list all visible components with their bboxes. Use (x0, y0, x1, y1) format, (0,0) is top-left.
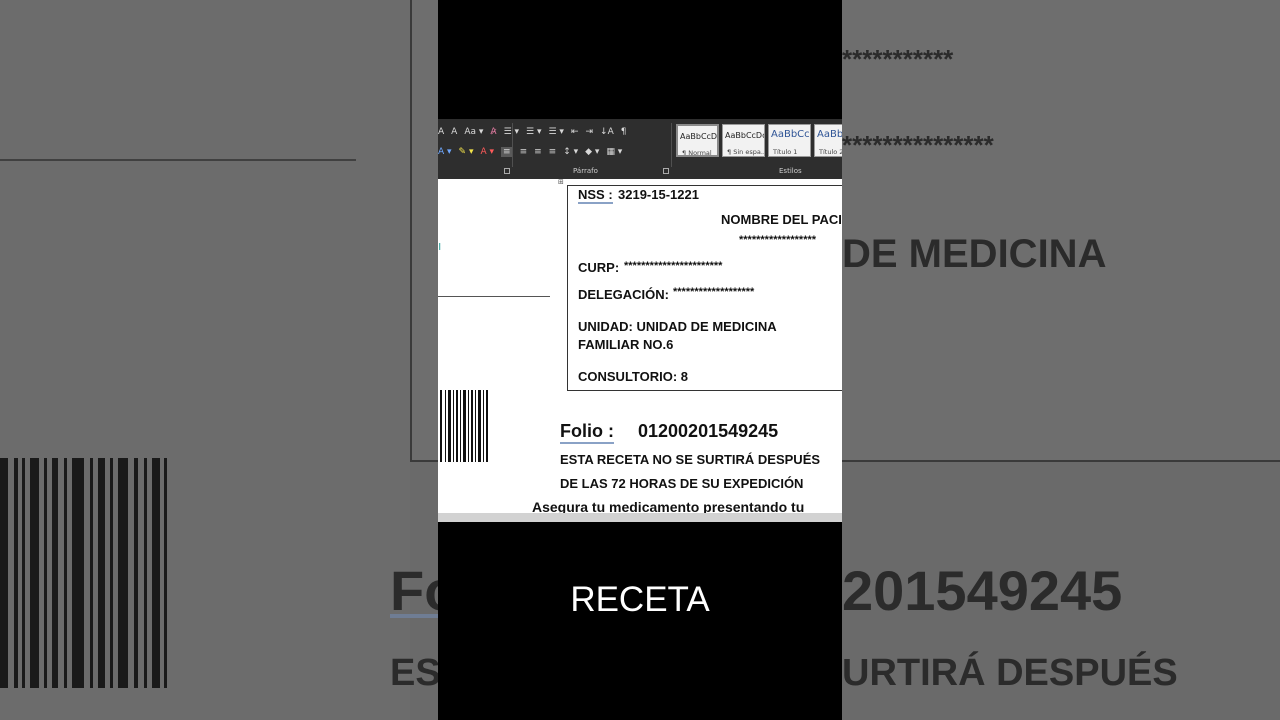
word-ribbon: A A Aa ▾ A̷ ☰ ▾ ☰ ▾ ☰ ▾ ⇤ ⇥ ↓A ¶ A ▾ ✎ ▾… (438, 119, 842, 179)
edge-mark: ı (438, 239, 442, 253)
multilevel-list-button[interactable]: ☰ ▾ (548, 127, 563, 137)
style-normal[interactable]: AaBbCcDc ¶ Normal (676, 124, 719, 157)
decrease-indent-button[interactable]: ⇤ (571, 127, 579, 137)
justify-button[interactable]: ≡ (549, 147, 557, 157)
style-preview: AaBbCcDc (680, 132, 719, 141)
document-page[interactable]: ⊞ ı NSS : 3219-15-1221 NOMBRE DEL PACI *… (438, 179, 842, 513)
style-preview: AaBbCcDc (725, 131, 765, 140)
nss-label: NSS : (578, 187, 613, 204)
clear-format-button[interactable]: A̷ (490, 127, 496, 137)
folio-label: Folio : (560, 421, 614, 444)
background-asterisks-1: *********** (842, 44, 954, 74)
barcode (440, 390, 492, 462)
style-name: ¶ Normal (682, 149, 712, 157)
style-name: Título 1 (773, 148, 798, 156)
parrafo-group-label: Párrafo (573, 167, 598, 175)
font-color-button[interactable]: A ▾ (480, 147, 494, 157)
shrink-font-button[interactable]: A (438, 127, 444, 137)
unidad-line-2: FAMILIAR NO.6 (578, 337, 674, 352)
styles-gallery: AaBbCcDc ¶ Normal AaBbCcDc ¶ Sin espa...… (676, 124, 842, 157)
table-move-handle-icon[interactable]: ⊞ (558, 179, 564, 186)
show-marks-button[interactable]: ¶ (621, 127, 627, 137)
video-caption: RECETA (570, 580, 710, 619)
folio-value: 01200201549245 (638, 421, 779, 441)
borders-button[interactable]: ▦ ▾ (606, 147, 622, 157)
background-surtira-fragment: URTIRÁ DESPUÉS (842, 652, 1178, 694)
background-divider (0, 159, 356, 161)
align-left-button[interactable]: ≡ (501, 147, 513, 157)
ribbon-separator-1 (512, 123, 513, 167)
patient-info-box: NSS : 3219-15-1221 NOMBRE DEL PACI *****… (567, 185, 842, 391)
curp-value: *********************** (624, 260, 723, 272)
nombre-label: NOMBRE DEL PACI (721, 212, 842, 227)
ribbon-row-2: A ▾ ✎ ▾ A ▾ ≡ ≡ ≡ ≡ ↕ ▾ ◆ ▾ ▦ ▾ (438, 144, 629, 160)
style-preview: AaBbC (817, 129, 842, 140)
text-effects-button[interactable]: A ▾ (438, 147, 452, 157)
style-name: Título 2 (819, 148, 842, 156)
align-center-button[interactable]: ≡ (520, 147, 528, 157)
curp-label: CURP: (578, 260, 620, 275)
style-titulo-1[interactable]: AaBbCc Título 1 (768, 124, 811, 157)
footer-line: Asegura tu medicamento presentando tu (532, 499, 805, 513)
paragraph-group-launcher-icon[interactable] (663, 168, 669, 174)
warning-line-2: DE LAS 72 HORAS DE SU EXPEDICIÓN (560, 476, 804, 491)
background-medicina-text: DE MEDICINA (842, 232, 1107, 276)
nss-value: 3219-15-1221 (618, 187, 699, 202)
numbering-button[interactable]: ☰ ▾ (526, 127, 541, 137)
background-es-fragment: ES (390, 652, 441, 694)
line-spacing-button[interactable]: ↕ ▾ (563, 147, 578, 157)
increase-indent-button[interactable]: ⇥ (585, 127, 593, 137)
grow-font-button[interactable]: A (451, 127, 457, 137)
background-folio-underline (390, 614, 440, 618)
font-group-launcher-icon[interactable] (504, 168, 510, 174)
nombre-value: ****************** (739, 234, 817, 246)
sort-button[interactable]: ↓A (600, 127, 614, 137)
shading-button[interactable]: ◆ ▾ (585, 147, 599, 157)
style-titulo-2[interactable]: AaBbC Título 2 (814, 124, 842, 157)
change-case-button[interactable]: Aa ▾ (464, 127, 483, 137)
highlight-button[interactable]: ✎ ▾ (459, 147, 474, 157)
unidad-line-1: UNIDAD: UNIDAD DE MEDICINA (578, 319, 777, 334)
delegacion-value: ******************* (673, 286, 755, 298)
page-divider-line (438, 296, 550, 297)
align-right-button[interactable]: ≡ (534, 147, 542, 157)
style-preview: AaBbCc (771, 129, 810, 140)
page-bottom-edge (438, 513, 842, 522)
video-panel: A A Aa ▾ A̷ ☰ ▾ ☰ ▾ ☰ ▾ ⇤ ⇥ ↓A ¶ A ▾ ✎ ▾… (438, 0, 842, 720)
warning-line-1: ESTA RECETA NO SE SURTIRÁ DESPUÉS (560, 452, 821, 467)
delegacion-label: DELEGACIÓN: (578, 287, 669, 302)
ribbon-row-1: A A Aa ▾ A̷ ☰ ▾ ☰ ▾ ☰ ▾ ⇤ ⇥ ↓A ¶ (438, 124, 633, 140)
style-name: ¶ Sin espa... (727, 148, 765, 156)
background-folio-number-fragment: 201549245 (842, 559, 1123, 622)
style-sin-espaciado[interactable]: AaBbCcDc ¶ Sin espa... (722, 124, 765, 157)
background-barcode (0, 458, 170, 688)
estilos-group-label: Estilos (779, 167, 802, 175)
consultorio-text: CONSULTORIO: 8 (578, 369, 689, 384)
ribbon-separator-2 (671, 123, 672, 167)
background-asterisks-2: *************** (842, 130, 994, 160)
